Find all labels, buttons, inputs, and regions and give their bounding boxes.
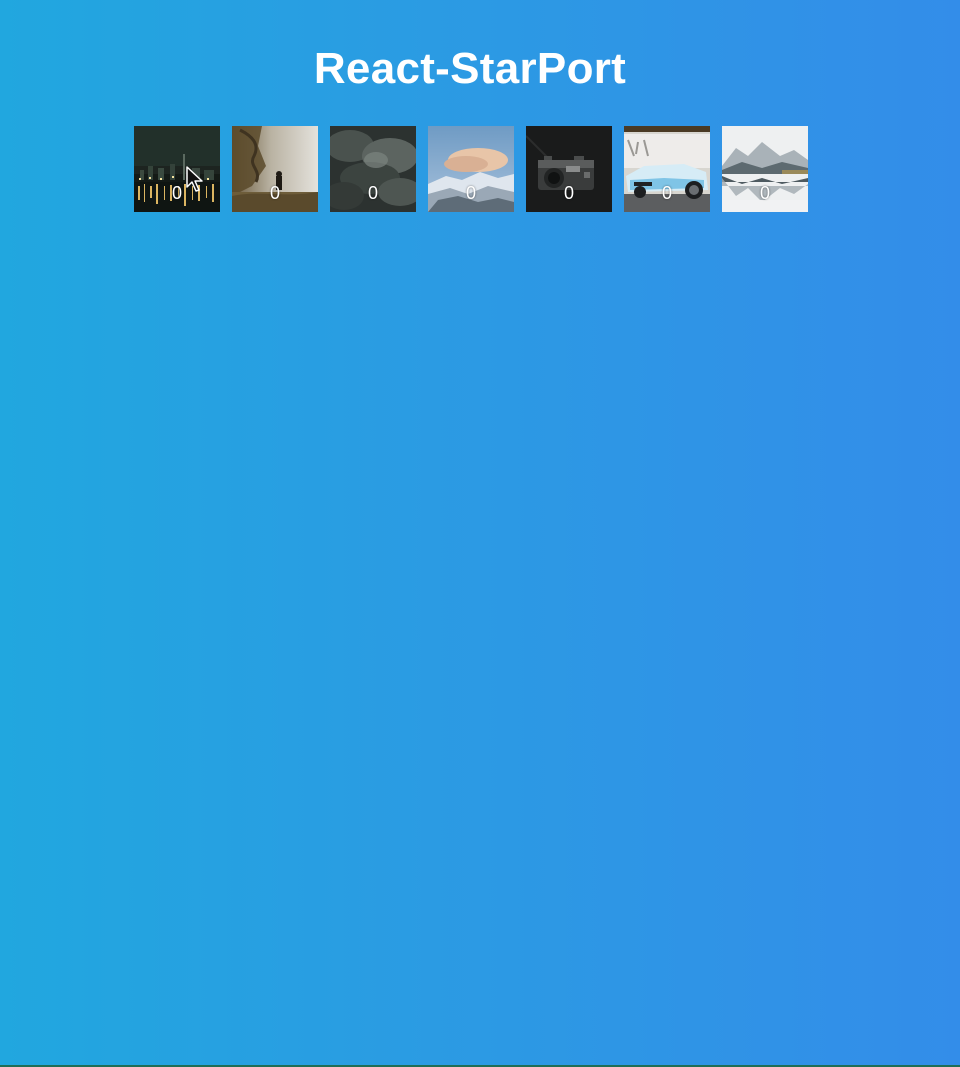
star-count: 0 (563, 183, 574, 203)
star-count: 0 (759, 183, 770, 203)
star-count: 0 (171, 183, 182, 203)
star-count: 0 (269, 183, 280, 203)
page-title: React-StarPort (313, 44, 627, 93)
star-count: 0 (465, 183, 476, 203)
gallery-item-mountain-lake[interactable]: 0 (722, 126, 808, 212)
star-count: 0 (661, 183, 672, 203)
gallery-item-vintage-camera[interactable]: 0 (526, 126, 612, 212)
gallery-item-foggy-forest[interactable]: 0 (232, 126, 318, 212)
gallery-item-sports-car[interactable]: 0 (624, 126, 710, 212)
image-gallery: 0 0 0 0 0 0 0 (134, 126, 808, 212)
gallery-item-city-skyline[interactable]: 0 (134, 126, 220, 212)
gallery-item-dark-clouds[interactable]: 0 (330, 126, 416, 212)
star-count: 0 (367, 183, 378, 203)
gallery-item-snowy-mountain[interactable]: 0 (428, 126, 514, 212)
